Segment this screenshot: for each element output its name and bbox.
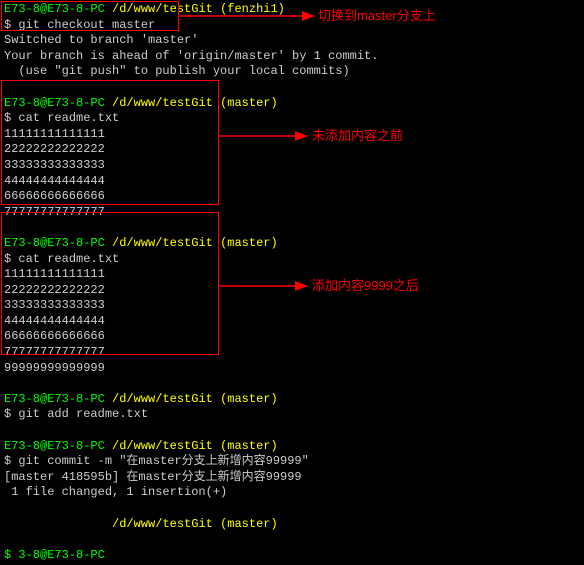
prompt-branch: (master)	[220, 392, 278, 406]
output-line: [master 418595b] 在master分支上新增内容99999	[4, 470, 580, 486]
output-line: 66666666666666	[4, 329, 580, 345]
prompt-line: E73-8@E73-8-PC /d/www/testGit (master)	[4, 439, 580, 455]
prompt-line: E73-8@E73-8-PC /d/www/testGit (master)	[4, 392, 580, 408]
command-text: cat readme.txt	[18, 252, 119, 266]
output-line: 22222222222222	[4, 142, 580, 158]
command-line: $ git add readme.txt	[4, 407, 580, 423]
output-line: 99999999999999	[4, 361, 580, 377]
output-line: 33333333333333	[4, 298, 580, 314]
prompt-line: E73-8@E73-8-PC /d/www/testGit (master)	[4, 96, 580, 112]
command-text: git commit -m "在master分支上新增内容99999"	[18, 454, 308, 468]
prompt-branch: (fenzhi1)	[220, 2, 285, 16]
command-text: git checkout master	[18, 18, 155, 32]
command-text: git add readme.txt	[18, 407, 148, 421]
output-line: 77777777777777	[4, 205, 580, 221]
prompt-user: 3-8@E73-8-PC	[18, 548, 104, 562]
prompt-path: /d/www/testGit	[112, 392, 213, 406]
prompt-user: E73-8@E73-8-PC	[4, 439, 105, 453]
command-text: cat readme.txt	[18, 111, 119, 125]
prompt-user: E73-8@E73-8-PC	[4, 392, 105, 406]
dollar: $	[4, 548, 11, 562]
prompt-branch: (master)	[220, 236, 278, 250]
prompt-branch: (master)	[220, 439, 278, 453]
prompt-user: E73-8@E73-8-PC	[4, 2, 105, 16]
output-line: 11111111111111	[4, 127, 580, 143]
output-line: 1 file changed, 1 insertion(+)	[4, 485, 580, 501]
prompt-path: /d/www/testGit	[112, 439, 213, 453]
prompt-path: /d/www/testGit	[112, 236, 213, 250]
output-line: Switched to branch 'master'	[4, 33, 580, 49]
prompt-line: E73-8@E73-8-PC /d/www/testGit (master)	[4, 236, 580, 252]
command-line: $ cat readme.txt	[4, 252, 580, 268]
output-line: 22222222222222	[4, 283, 580, 299]
output-line: 44444444444444	[4, 174, 580, 190]
prompt-line[interactable]: $ 3-8@E73-8-PC	[4, 548, 580, 564]
prompt-user: E73-8@E73-8-PC	[4, 236, 105, 250]
output-line: (use "git push" to publish your local co…	[4, 64, 580, 80]
prompt-user: E73-8@E73-8-PC	[4, 96, 105, 110]
terminal-output: E73-8@E73-8-PC /d/www/testGit (fenzhi1) …	[0, 0, 584, 565]
command-line: $ git checkout master	[4, 18, 580, 34]
output-line: 44444444444444	[4, 314, 580, 330]
output-line: 77777777777777	[4, 345, 580, 361]
prompt-branch: (master)	[220, 96, 278, 110]
command-line: $ git commit -m "在master分支上新增内容99999"	[4, 454, 580, 470]
prompt-line: /d/www/testGit (master)	[4, 517, 580, 533]
prompt-path: /d/www/testGit	[112, 96, 213, 110]
prompt-path: /d/www/testGit	[112, 2, 213, 16]
output-line: 33333333333333	[4, 158, 580, 174]
command-line: $ cat readme.txt	[4, 111, 580, 127]
output-line: Your branch is ahead of 'origin/master' …	[4, 49, 580, 65]
prompt-path: /d/www/testGit	[112, 517, 213, 531]
output-line: 11111111111111	[4, 267, 580, 283]
prompt-branch: (master)	[220, 517, 278, 531]
output-line: 66666666666666	[4, 189, 580, 205]
prompt-line: E73-8@E73-8-PC /d/www/testGit (fenzhi1)	[4, 2, 580, 18]
